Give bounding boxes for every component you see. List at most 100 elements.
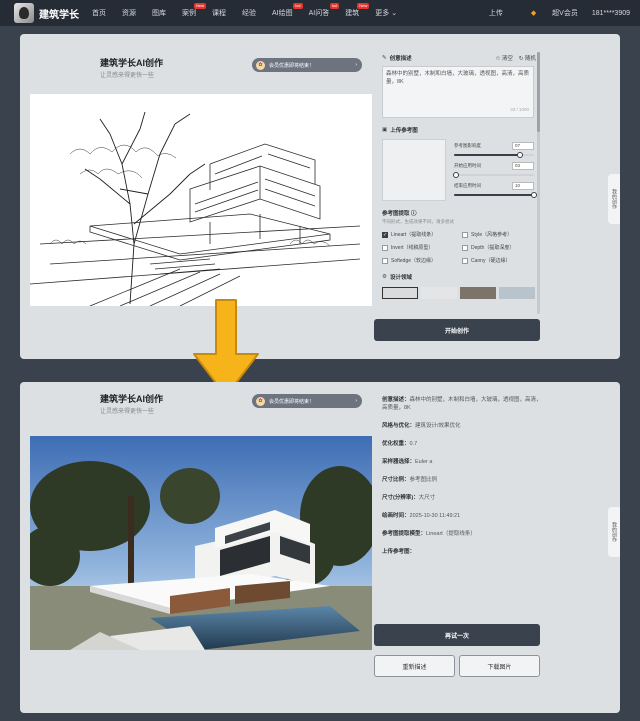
reference-label: 上传参考图 <box>390 128 418 134</box>
char-counter: 33 / 1000 <box>510 107 529 112</box>
option-softedge[interactable]: Softedge（软边缘） <box>382 257 462 264</box>
option-depth[interactable]: Depth（提取深度） <box>462 244 542 251</box>
nav-item-resources[interactable]: 资源 <box>122 8 136 18</box>
trash-icon: ♲ <box>495 56 501 62</box>
influence-value-input[interactable]: 07 <box>512 142 534 150</box>
settings-icon: ⚙ <box>382 274 387 280</box>
gift-icon: ✿ <box>256 60 265 70</box>
nav-item-architecture[interactable]: 建筑 New <box>345 3 370 18</box>
checkbox-icon <box>462 257 468 264</box>
nav-item-ai-qa[interactable]: AI问答 hot <box>309 3 340 18</box>
promo-banner[interactable]: ✿ 会员优惠即将结束！ › <box>252 394 362 408</box>
detail-time: 绘画时间：2025-10-30 11:49:21 <box>382 513 461 519</box>
creation-form: ✎ 创意描述 ♲ 清空 ↻ 随机 森林中的别墅，木制和白墙，大玻璃，透视图，高清… <box>382 54 542 299</box>
nav-item-home[interactable]: 首页 <box>92 8 106 18</box>
option-style[interactable]: Style（风格参考） <box>462 231 542 238</box>
reference-upload-zone[interactable] <box>382 139 446 201</box>
panel-subtitle: 让灵感来得更快一些 <box>100 73 155 79</box>
design-field-thumbnails <box>382 287 542 299</box>
chevron-right-icon: › <box>355 62 357 68</box>
promo-banner[interactable]: ✿ 会员优惠即将结束！ › <box>252 58 362 72</box>
end-slider[interactable] <box>454 192 537 198</box>
my-creations-tab[interactable]: 我的创作 <box>608 174 620 224</box>
nav-item-experience[interactable]: 经验 <box>242 8 256 18</box>
extract-hint: 不同形式，生成效果不同，请多尝试 <box>382 219 454 224</box>
new-badge: New <box>357 3 370 9</box>
option-invert[interactable]: Invert（线稿原型） <box>382 244 462 251</box>
diamond-icon: ◆ <box>530 10 537 17</box>
extract-options: ✓ Lineart（提取线条） Style（风格参考） Invert（线稿原型） … <box>382 231 542 264</box>
detail-extract-model: 参考图提取模型：Lineart（提取线条） <box>382 531 476 537</box>
start-slider[interactable] <box>452 172 534 178</box>
logo-avatar-icon <box>14 3 34 23</box>
checkbox-icon <box>382 244 388 251</box>
detail-ratio: 尺寸比例：参考图比例 <box>382 477 438 483</box>
random-button[interactable]: ↻ 随机 <box>519 54 536 62</box>
influence-slider[interactable] <box>454 152 534 158</box>
image-icon: ▣ <box>382 127 388 133</box>
nav-item-gallery[interactable]: 图库 <box>152 8 166 18</box>
form-scrollbar[interactable] <box>537 52 540 314</box>
option-canny[interactable]: Canny（硬边缘） <box>462 257 542 264</box>
new-badge: New <box>193 3 206 9</box>
retry-button[interactable]: 再试一次 <box>374 624 540 646</box>
upload-link[interactable]: 上传 <box>489 8 503 18</box>
slider-start: 开始应用时间 03 <box>454 162 534 170</box>
slider-handle[interactable] <box>452 172 459 178</box>
detail-size: 尺寸(分辨率)：大尺寸 <box>382 495 436 501</box>
sketch-image <box>30 94 372 306</box>
detail-weight: 优化权重：0.7 <box>382 441 418 447</box>
detail-sampler: 采样器选择：Euler a <box>382 459 433 465</box>
pencil-icon: ✎ <box>382 55 387 61</box>
clear-button[interactable]: ♲ 清空 <box>495 54 512 62</box>
gift-icon: ✿ <box>256 396 265 406</box>
checkbox-checked-icon: ✓ <box>382 231 388 238</box>
design-thumb-selected[interactable] <box>382 287 418 299</box>
download-button[interactable]: 下载图片 <box>459 655 540 677</box>
detail-style: 风格与优化：建筑设计/效果优化 <box>382 423 461 429</box>
design-field-header: ⚙ 设计领域 <box>382 273 542 281</box>
nav-item-cases[interactable]: 案例 New <box>182 3 206 18</box>
user-phone[interactable]: 181****3909 <box>592 10 630 17</box>
nav-menu: 首页 资源 图库 案例 New 课程 经验 AI绘图 hot AI问答 hot 建筑 N… <box>92 3 413 18</box>
design-thumb[interactable] <box>499 287 535 299</box>
option-lineart[interactable]: ✓ Lineart（提取线条） <box>382 231 462 238</box>
panel-subtitle: 让灵感来得更快一些 <box>100 409 155 415</box>
render-image <box>30 436 372 650</box>
top-navigation-bar: 建筑学长 首页 资源 图库 案例 New 课程 经验 AI绘图 hot AI问答 ho… <box>0 0 640 26</box>
logo-text: 建筑学长 <box>39 9 79 21</box>
scrollbar-thumb[interactable] <box>537 52 540 132</box>
generation-details: 创意描述：森林中的别墅，木制和白墙，大玻璃，透视图，高清，高质量，8K 风格与优… <box>382 396 542 566</box>
hot-badge: hot <box>293 3 303 9</box>
hot-badge: hot <box>329 3 340 9</box>
nav-right-group: 上传 ◆ 超V会员 181****3909 <box>475 8 630 18</box>
panel-title: 建筑学长AI创作 <box>100 58 164 68</box>
design-field-label: 设计领域 <box>389 275 412 281</box>
vip-link[interactable]: ◆ 超V会员 <box>517 8 578 18</box>
extract-label: 参考图提取 ⓘ <box>382 211 417 217</box>
chevron-right-icon: › <box>355 398 357 404</box>
design-thumb[interactable] <box>460 287 496 299</box>
description-label: 创意描述 <box>389 56 412 62</box>
nav-item-courses[interactable]: 课程 <box>212 8 226 18</box>
checkbox-icon <box>462 244 468 251</box>
panel-title: 建筑学长AI创作 <box>100 394 164 404</box>
redescribe-button[interactable]: 重新描述 <box>374 655 455 677</box>
detail-uploaded-ref: 上传参考图： <box>382 549 416 555</box>
generated-render-image <box>30 436 372 650</box>
slider-influence: 参考图影响度 07 <box>454 142 534 150</box>
start-value-input[interactable]: 03 <box>512 162 534 170</box>
checkbox-icon <box>462 231 468 238</box>
my-creations-tab[interactable]: 我的创作 <box>608 507 620 557</box>
start-creation-button[interactable]: 开始创作 <box>374 319 540 341</box>
result-panel: 建筑学长AI创作 让灵感来得更快一些 ✿ 会员优惠即将结束！ › 创意描述：森林… <box>20 382 620 713</box>
prompt-textarea[interactable]: 森林中的别墅，木制和白墙，大玻璃，透视图，高清，高质量，8K 33 / 1000 <box>382 66 534 118</box>
nav-item-ai-drawing[interactable]: AI绘图 hot <box>272 3 303 18</box>
checkbox-icon <box>382 257 388 264</box>
site-logo[interactable]: 建筑学长 <box>14 3 86 23</box>
end-value-input[interactable]: 10 <box>512 182 534 190</box>
nav-item-more[interactable]: 更多 ⌄ <box>375 8 397 18</box>
design-thumb[interactable] <box>421 287 457 299</box>
slider-handle[interactable] <box>516 152 523 158</box>
detail-description: 创意描述：森林中的别墅，木制和白墙，大玻璃，透视图，高清，高质量，8K <box>382 397 542 411</box>
